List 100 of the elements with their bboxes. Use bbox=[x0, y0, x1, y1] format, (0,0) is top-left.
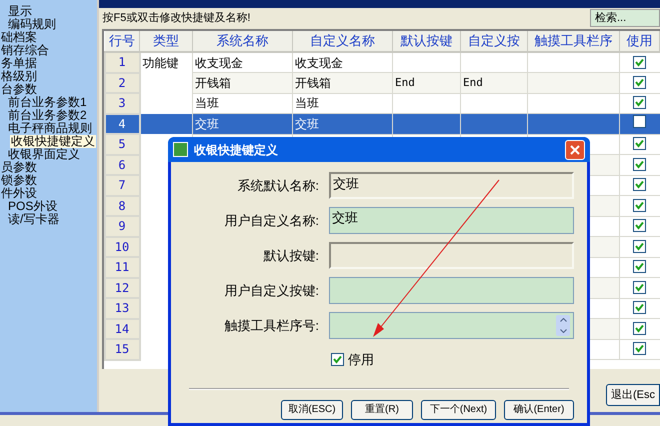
check-icon bbox=[635, 282, 644, 292]
row-number: 6 bbox=[118, 158, 126, 172]
tree-item[interactable]: 础档案 bbox=[0, 31, 38, 44]
checkbox[interactable] bbox=[633, 178, 646, 192]
table-cell: 当班 bbox=[195, 96, 219, 110]
table-cell: 交班 bbox=[295, 116, 319, 131]
tree-item[interactable]: 前台业务参数2 bbox=[7, 109, 88, 122]
check-icon bbox=[635, 160, 644, 169]
exit-button[interactable]: 退出(Esc bbox=[606, 384, 660, 406]
check-icon bbox=[635, 78, 644, 87]
app-icon bbox=[173, 142, 188, 157]
checkbox[interactable] bbox=[633, 96, 646, 110]
check-icon bbox=[635, 242, 644, 251]
check-icon bbox=[333, 355, 342, 364]
row-number: 10 bbox=[114, 240, 130, 254]
input-field[interactable] bbox=[329, 277, 574, 304]
dialog-button[interactable]: 重置(R) bbox=[351, 400, 413, 420]
checkbox[interactable] bbox=[633, 76, 646, 89]
tree-item[interactable]: 编码规则 bbox=[7, 18, 57, 31]
hint-text: 按F5或双击修改快捷键及名称! bbox=[102, 10, 250, 26]
column-header[interactable]: 自定义名称 bbox=[292, 31, 392, 52]
row-number: 5 bbox=[118, 137, 126, 152]
field-label: 用户自定义名称: bbox=[223, 212, 320, 230]
tree-item[interactable]: 前台业务参数1 bbox=[7, 96, 88, 109]
row-number: 14 bbox=[114, 322, 130, 336]
checkbox[interactable] bbox=[633, 158, 646, 171]
close-icon bbox=[570, 144, 580, 154]
check-icon bbox=[635, 303, 644, 312]
check-icon bbox=[635, 262, 644, 272]
column-header[interactable]: 类型 bbox=[140, 31, 192, 52]
checkbox[interactable] bbox=[633, 240, 646, 253]
checkbox-label: 停用 bbox=[348, 351, 374, 369]
checkbox[interactable] bbox=[633, 114, 646, 128]
tree-item[interactable]: 台参数 bbox=[0, 83, 38, 96]
field-label: 用户自定义按键: bbox=[223, 282, 320, 300]
column-header[interactable]: 自定义按 bbox=[460, 31, 528, 52]
checkbox[interactable] bbox=[633, 219, 646, 232]
row-number: 9 bbox=[118, 219, 126, 234]
readonly-field[interactable] bbox=[329, 242, 574, 269]
column-header[interactable]: 触摸工具栏序 bbox=[528, 31, 620, 52]
checkbox[interactable] bbox=[633, 198, 646, 212]
dialog-title: 收银快捷键定义 bbox=[194, 142, 279, 158]
column-header[interactable]: 行号 bbox=[104, 31, 140, 52]
checkbox[interactable] bbox=[633, 342, 646, 356]
column-header[interactable]: 系统名称 bbox=[192, 31, 292, 52]
row-number: 3 bbox=[118, 96, 126, 110]
tree-item[interactable]: POS外设 bbox=[7, 200, 58, 213]
tree-item[interactable]: 显示 bbox=[7, 5, 33, 18]
table-cell: 收支现金 bbox=[295, 56, 343, 70]
input-field[interactable]: 交班 bbox=[329, 207, 574, 234]
check-icon bbox=[635, 221, 644, 230]
dialog-button[interactable]: 取消(ESC) bbox=[281, 400, 343, 420]
check-icon bbox=[635, 200, 644, 210]
row-number: 11 bbox=[114, 260, 130, 274]
check-icon bbox=[635, 98, 644, 108]
readonly-field[interactable]: 交班 bbox=[329, 172, 574, 199]
tree-item[interactable]: 电子秤商品规则 bbox=[7, 122, 93, 135]
table-cell: 开钱箱 bbox=[295, 76, 331, 90]
check-icon bbox=[635, 139, 644, 148]
table-cell: 功能键 bbox=[142, 56, 178, 70]
table-cell: 开钱箱 bbox=[195, 76, 231, 90]
tree-item[interactable]: 员参数 bbox=[0, 161, 38, 174]
table-cell: End bbox=[395, 76, 415, 88]
tree-item[interactable]: 收银界面定义 bbox=[7, 148, 81, 161]
table-cell: End bbox=[463, 76, 483, 88]
field-label: 触摸工具栏序号: bbox=[223, 316, 320, 335]
tree-item[interactable]: 件外设 bbox=[0, 187, 38, 200]
table-cell: 当班 bbox=[295, 96, 319, 110]
row-number: 8 bbox=[118, 198, 126, 213]
table-cell: 收支现金 bbox=[195, 56, 243, 70]
search-field[interactable]: 检索... bbox=[590, 9, 660, 27]
tree-item[interactable]: 格级别 bbox=[0, 70, 38, 83]
checkbox[interactable] bbox=[633, 322, 646, 335]
checkbox[interactable] bbox=[331, 353, 344, 366]
dialog-button[interactable]: 确认(Enter) bbox=[504, 400, 574, 420]
check-icon bbox=[635, 180, 644, 190]
tree-item[interactable]: 锁参数 bbox=[0, 174, 38, 187]
checkbox[interactable] bbox=[633, 56, 646, 68]
row-number: 1 bbox=[118, 55, 126, 70]
checkbox[interactable] bbox=[633, 260, 646, 274]
column-header[interactable]: 默认按键 bbox=[392, 31, 460, 52]
row-number: 15 bbox=[114, 342, 130, 356]
table-cell: 交班 bbox=[195, 116, 219, 131]
spinner-field[interactable] bbox=[329, 312, 574, 339]
tree-item[interactable]: 收银快捷键定义 bbox=[10, 135, 96, 148]
dialog-button[interactable]: 下一个(Next) bbox=[421, 400, 496, 420]
checkbox[interactable] bbox=[633, 280, 646, 294]
spin-buttons[interactable] bbox=[556, 315, 570, 336]
check-icon bbox=[635, 58, 644, 66]
checkbox[interactable] bbox=[633, 301, 646, 314]
check-icon bbox=[635, 324, 644, 333]
tree-item[interactable]: 务单据 bbox=[0, 57, 38, 70]
field-label: 默认按键: bbox=[262, 246, 320, 265]
tree-item[interactable]: 销存综合 bbox=[0, 44, 50, 57]
close-button[interactable] bbox=[565, 140, 585, 160]
column-header[interactable]: 使用 bbox=[620, 31, 660, 52]
checkbox[interactable] bbox=[633, 137, 646, 150]
tree-item[interactable]: 读/写卡器 bbox=[7, 213, 60, 226]
check-icon bbox=[635, 344, 644, 354]
row-number: 2 bbox=[118, 76, 126, 90]
